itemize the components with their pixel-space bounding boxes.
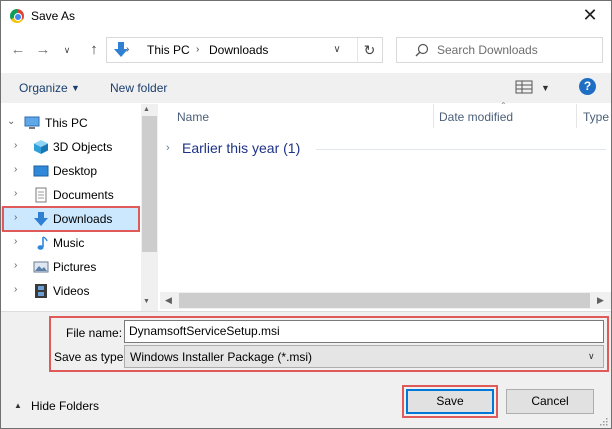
resize-grip-icon[interactable] xyxy=(598,416,608,426)
sidebar-item-label: Desktop xyxy=(53,164,98,178)
hide-folders-button[interactable]: Hide Folders xyxy=(31,399,99,413)
sidebar-item-label: 3D Objects xyxy=(53,140,113,154)
refresh-button[interactable]: ↻ xyxy=(357,38,381,62)
sort-caret-icon: ⌃ xyxy=(500,101,507,110)
column-header-name[interactable]: Name xyxy=(177,110,209,124)
sidebar-item-documents[interactable]: › Documents xyxy=(0,183,140,207)
view-options-icon[interactable] xyxy=(515,80,533,94)
expand-chevron-icon[interactable]: › xyxy=(14,140,17,151)
window-title: Save As xyxy=(31,9,76,23)
title-bar xyxy=(0,0,612,32)
column-header-type[interactable]: Type xyxy=(583,110,609,124)
expand-chevron-icon[interactable]: › xyxy=(14,284,17,295)
group-expand-chevron-icon[interactable]: › xyxy=(166,142,170,154)
computer-icon xyxy=(24,116,40,129)
expand-chevron-icon[interactable]: › xyxy=(14,236,17,247)
sidebar-scrollbar-thumb[interactable] xyxy=(142,116,157,252)
back-arrow-icon[interactable]: ← xyxy=(8,40,28,60)
organize-button[interactable]: Organize xyxy=(19,81,68,95)
file-list xyxy=(160,103,611,311)
sidebar-item-label: Videos xyxy=(53,284,90,298)
desktop-icon xyxy=(33,165,49,177)
breadcrumb-downloads[interactable]: Downloads xyxy=(209,43,268,57)
up-arrow-icon[interactable]: ↑ xyxy=(84,40,104,60)
organize-caret-icon[interactable]: ▼ xyxy=(71,83,80,93)
fields-highlight-box xyxy=(49,316,609,372)
horizontal-scrollbar-thumb[interactable] xyxy=(179,293,590,308)
group-header-earlier-this-year[interactable]: Earlier this year (1) xyxy=(182,140,300,156)
address-dropdown-icon[interactable]: ∨ xyxy=(325,38,349,62)
sidebar-item-label: Documents xyxy=(53,188,114,202)
column-divider[interactable] xyxy=(433,104,434,128)
search-placeholder[interactable]: Search Downloads xyxy=(437,43,538,57)
column-divider[interactable] xyxy=(576,104,577,128)
scroll-right-icon[interactable]: ▶ xyxy=(597,295,604,306)
expand-chevron-icon[interactable]: › xyxy=(14,188,17,199)
breadcrumb-separator-icon[interactable]: › xyxy=(196,44,199,55)
breadcrumb-this-pc[interactable]: This PC xyxy=(147,43,190,57)
sidebar-item-3d-objects[interactable]: › 3D Objects xyxy=(0,135,140,159)
expand-chevron-icon[interactable]: › xyxy=(14,260,17,271)
recent-locations-chevron-icon[interactable]: ∨ xyxy=(60,40,74,60)
breadcrumb-separator-icon[interactable]: › xyxy=(126,44,129,55)
forward-arrow-icon[interactable]: → xyxy=(33,40,53,60)
sidebar-item-label: Pictures xyxy=(53,260,97,274)
chrome-icon xyxy=(10,9,24,23)
expand-chevron-icon[interactable]: ⌄ xyxy=(7,116,15,127)
close-button[interactable]: ✕ xyxy=(574,3,606,29)
view-options-caret-icon[interactable]: ▼ xyxy=(541,83,550,93)
document-icon xyxy=(35,187,47,203)
scroll-up-icon[interactable]: ▲ xyxy=(143,106,150,113)
sidebar-item-pictures[interactable]: › Pictures xyxy=(0,255,140,279)
cube-icon xyxy=(34,140,48,154)
sidebar-item-desktop[interactable]: › Desktop xyxy=(0,159,140,183)
cancel-button[interactable]: Cancel xyxy=(506,389,594,414)
save-button[interactable]: Save xyxy=(406,389,494,414)
sidebar-item-this-pc[interactable]: ⌄ This PC xyxy=(0,111,140,135)
help-button[interactable]: ? xyxy=(579,78,596,95)
column-header-date-modified[interactable]: Date modified xyxy=(439,110,513,124)
film-icon xyxy=(35,284,47,298)
scroll-left-icon[interactable]: ◀ xyxy=(165,295,172,306)
group-divider xyxy=(316,149,606,150)
sidebar-item-music[interactable]: › Music xyxy=(0,231,140,255)
search-icon xyxy=(415,43,429,57)
new-folder-button[interactable]: New folder xyxy=(110,81,167,95)
expand-chevron-icon[interactable]: › xyxy=(14,164,17,175)
music-note-icon xyxy=(37,236,48,250)
hide-folders-caret-icon[interactable]: ▲ xyxy=(14,401,22,410)
sidebar-item-label: This PC xyxy=(45,116,88,130)
scroll-down-icon[interactable]: ▼ xyxy=(143,298,150,305)
downloads-highlight-box xyxy=(2,206,140,232)
picture-icon xyxy=(33,261,49,273)
sidebar-item-videos[interactable]: › Videos xyxy=(0,279,140,303)
sidebar-item-label: Music xyxy=(53,236,85,250)
